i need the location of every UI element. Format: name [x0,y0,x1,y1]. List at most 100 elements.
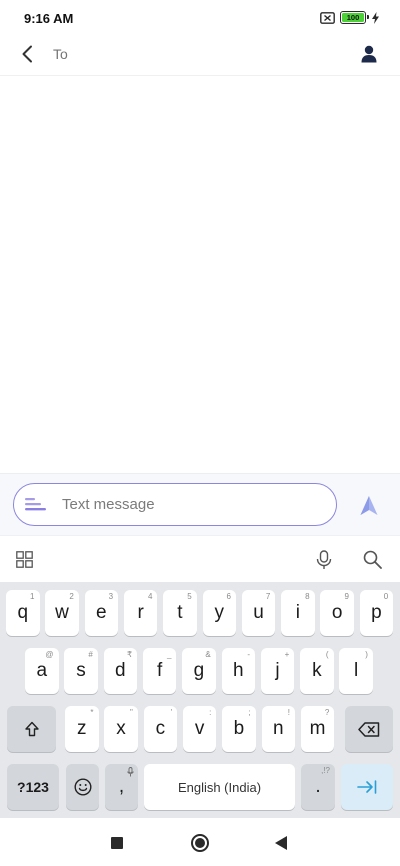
battery-icon: 100 [340,11,369,24]
attach-icon[interactable] [25,497,47,513]
key-hint: " [129,708,133,717]
key-label: e [96,602,107,623]
key-y[interactable]: 6y [202,590,236,636]
space-key[interactable]: English (India) [144,764,295,810]
key-label: k [312,660,322,681]
key-hint: * [90,708,94,717]
key-hint: ! [287,708,290,717]
home-circle-icon[interactable] [191,834,209,852]
key-hint: 0 [383,592,389,601]
navigation-bar [0,818,400,866]
back-triangle-icon[interactable] [275,836,287,850]
key-hint: _ [166,650,172,659]
key-hint: ; [248,708,251,717]
back-button[interactable] [14,41,40,67]
key-hint: ) [365,650,368,659]
shift-icon [24,721,39,737]
period-key[interactable]: ,!? . [301,764,335,810]
key-hint: 1 [30,592,35,601]
no-sim-icon [320,11,335,24]
key-n[interactable]: ! n [261,706,295,752]
key-label: o [331,602,343,623]
period-key-label: . [315,776,321,797]
backspace-key[interactable] [345,706,393,752]
key-label: v [194,718,205,739]
period-key-hint: ,!? [321,766,330,775]
key-hint: # [88,650,93,659]
key-label: n [272,718,284,739]
enter-key[interactable] [341,764,393,810]
key-k[interactable]: (k [300,648,334,694]
key-w[interactable]: 2w [45,590,79,636]
recipient-input[interactable] [53,44,333,64]
key-i[interactable]: 8i [281,590,315,636]
key-hint: 7 [265,592,271,601]
key-e[interactable]: 3e [84,590,119,636]
send-icon[interactable] [359,495,379,517]
grid-icon[interactable] [16,551,33,568]
key-p[interactable]: 0p [359,590,394,636]
charging-bolt-icon [372,11,379,24]
key-hint: 4 [147,592,153,601]
key-c[interactable]: ' c [143,706,178,752]
key-v[interactable]: :v [182,706,217,752]
keyboard-toolbar [0,535,400,582]
key-f[interactable]: _ f [142,648,177,694]
key-r[interactable]: 4r [123,590,158,636]
key-q[interactable]: 1q [6,590,40,636]
key-hint: 9 [344,592,349,601]
key-x[interactable]: " x [104,706,138,752]
key-label: d [115,660,126,681]
key-hint: + [284,650,290,659]
key-z[interactable]: * z [65,706,99,752]
key-hint: 3 [108,592,114,601]
key-hint: : [209,708,212,717]
key-d[interactable]: ₹ d [103,648,138,694]
key-o[interactable]: 9o [320,590,354,636]
key-label: r [137,602,144,623]
space-key-label: English (India) [177,779,262,795]
key-label: i [295,602,300,623]
key-hint: ( [325,650,329,659]
key-g[interactable]: & g [182,648,216,694]
key-hint: 2 [69,592,74,601]
key-label: y [214,602,225,623]
key-hint: ? [324,708,330,717]
key-label: t [177,602,183,623]
key-b[interactable]: ; b [222,706,256,752]
comma-key-label: , [118,776,125,797]
key-hint: 8 [305,592,310,601]
key-label: p [371,602,382,623]
key-label: h [232,660,244,681]
key-label: b [233,718,245,739]
mic-icon[interactable] [316,550,332,570]
key-hint: & [205,650,211,659]
recipient-header [0,36,400,76]
shift-key[interactable] [7,706,56,752]
contacts-button[interactable] [356,41,382,67]
key-j[interactable]: + j [260,648,295,694]
contact-person-icon [361,45,377,63]
key-hint: 5 [187,592,192,601]
key-label: m [309,718,326,739]
comma-key[interactable]: , [105,764,138,810]
key-m[interactable]: ? m [300,706,335,752]
key-l[interactable]: ) l [339,648,373,694]
key-u[interactable]: 7u [241,590,276,636]
symbols-key[interactable]: ?123 [7,764,59,810]
recents-square-icon[interactable] [111,837,123,849]
search-icon[interactable] [363,550,382,569]
message-input[interactable]: Text message [13,483,337,526]
key-a[interactable]: @ a [25,648,59,694]
key-label: a [36,660,48,681]
back-arrow-icon [22,45,32,63]
status-bar: 9:16 AM 100 [0,0,400,36]
status-time: 9:16 AM [24,11,74,26]
key-s[interactable]: # s [64,648,98,694]
key-t[interactable]: 5t [163,590,197,636]
compose-bar: Text message [0,473,400,535]
emoji-key[interactable] [66,764,99,810]
key-h[interactable]: -h [221,648,255,694]
key-label: g [193,660,205,681]
key-label: j [275,660,280,681]
